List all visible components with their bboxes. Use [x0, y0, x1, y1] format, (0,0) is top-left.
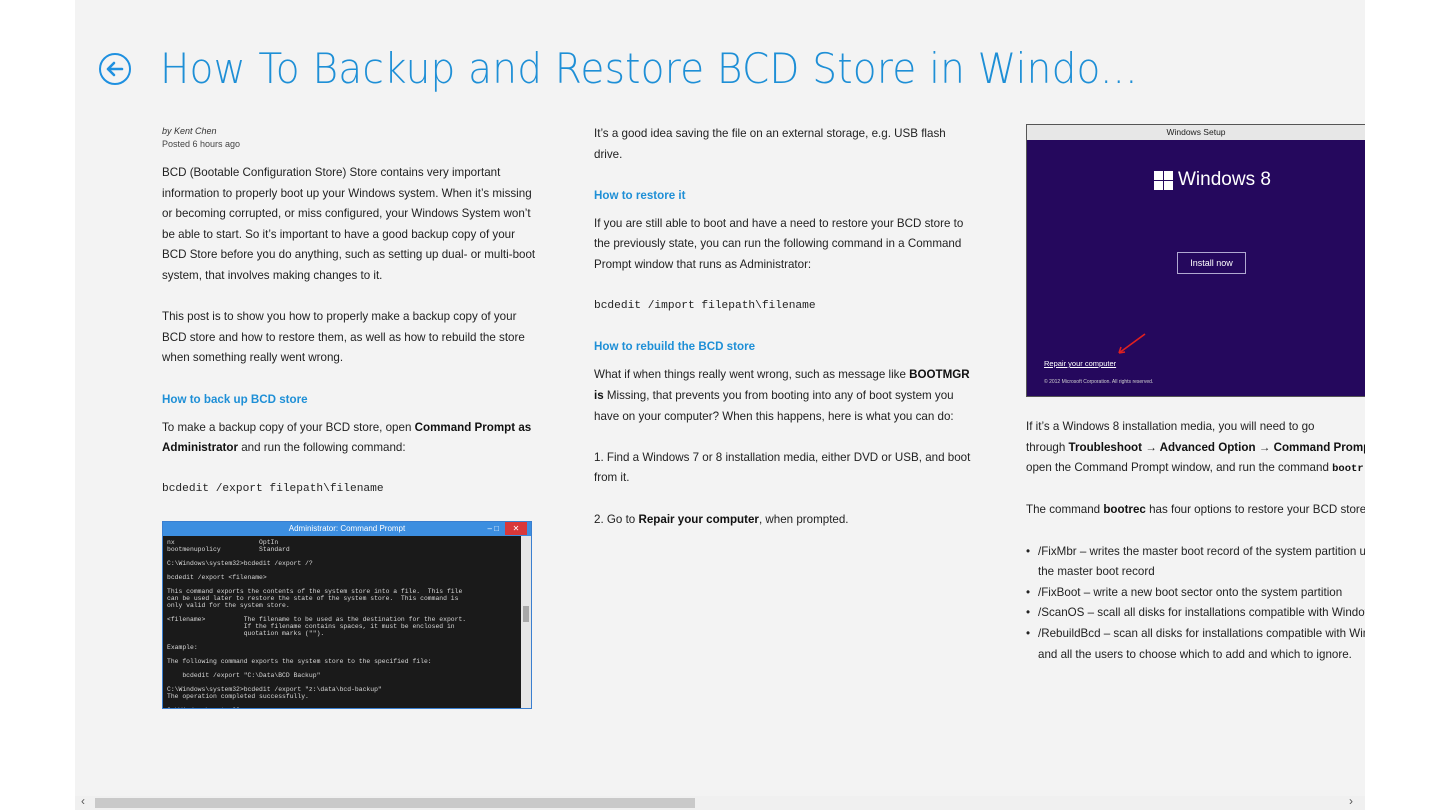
restore-command: bcdedit /import filepath\filename [594, 300, 816, 313]
posted-time: Posted 6 hours ago [162, 139, 241, 149]
backup-command: bcdedit /export filepath\filename [162, 483, 384, 496]
horizontal-scrollbar[interactable]: ‹ › [75, 794, 1365, 810]
page-title: How To Backup and Restore BCD Store in W… [160, 44, 1138, 93]
bootrec-options-list: /FixMbr – writes the master boot record … [1026, 542, 1365, 666]
windows-logo-text: Windows 8 [1178, 169, 1271, 190]
windows-setup-screenshot: Windows Setup Windows 8 Install now Repa… [1026, 124, 1365, 397]
bootrec-pre: The command [1026, 503, 1104, 517]
option-rebuildbcd: /RebuildBcd – scan all disks for install… [1038, 626, 1365, 640]
bootrec-bold: bootrec [1103, 503, 1146, 517]
option-fixmbr: /FixMbr – writes the master boot record … [1038, 544, 1365, 558]
install-paragraph: If it’s a Windows 8 installation media, … [1026, 417, 1365, 480]
save-tip: It’s a good idea saving the file on an e… [594, 127, 946, 161]
cmd-close-icon: ✕ [505, 521, 527, 535]
backup-text-post: and run the following command: [238, 441, 406, 455]
bootrec-post: has four options to restore your BCD sto… [1145, 503, 1365, 517]
cmd-output: nx OptIn bootmenupolicy Standard C:\Wind… [167, 538, 467, 708]
rebuild-text-pre: What if when things really went wrong, s… [594, 368, 910, 382]
red-arrow-icon [1118, 333, 1146, 354]
heading-restore: How to restore it [594, 188, 686, 202]
setup-title: Windows Setup [1166, 127, 1226, 137]
intro-paragraph-2: This post is to show you how to properly… [162, 310, 525, 365]
install-line-3-pre: open the Command Prompt window, and run … [1026, 461, 1333, 475]
option-fixboot: /FixBoot – write a new boot sector onto … [1038, 585, 1343, 599]
intro-paragraph-1: BCD (Bootable Configuration Store) Store… [162, 166, 536, 282]
backup-text-pre: To make a backup copy of your BCD store,… [162, 420, 415, 434]
heading-rebuild: How to rebuild the BCD store [594, 340, 756, 354]
rebuild-text-post: Missing, that prevents you from booting … [594, 388, 954, 423]
step2-bold: Repair your computer [638, 512, 759, 526]
cmd-title: Administrator: Command Prompt [288, 523, 406, 533]
setup-titlebar: Windows Setup [1027, 125, 1365, 140]
step-2: 2. Go to Repair your computer, when prom… [594, 510, 974, 531]
bootrec-paragraph: The command bootrec has four options to … [1026, 500, 1365, 521]
install-line-1: If it’s a Windows 8 installation media, … [1026, 420, 1315, 433]
step2-pre: 2. Go to [594, 512, 639, 526]
windows-flag-icon [1154, 170, 1173, 190]
article-view: How To Backup and Restore BCD Store in W… [75, 0, 1365, 796]
cmd-titlebar: Administrator: Command Prompt – □ ✕ [163, 521, 531, 536]
rebuild-paragraph: What if when things really went wrong, s… [594, 365, 974, 427]
step-1: 1. Find a Windows 7 or 8 installation me… [594, 450, 971, 485]
step2-post: , when prompted. [758, 512, 849, 526]
article-column-3: Windows Setup Windows 8 Install now Repa… [1026, 124, 1365, 665]
heading-backup: How to back up BCD store [162, 392, 308, 406]
byline: by Kent Chen [162, 126, 217, 136]
setup-copyright: © 2012 Microsoft Corporation. All rights… [1044, 379, 1154, 385]
cmd-scrollbar [521, 535, 531, 708]
list-item: /ScanOS – scall all disks for installati… [1026, 603, 1365, 624]
option-scanos: /ScanOS – scall all disks for installati… [1038, 606, 1365, 620]
cmd-scroll-thumb [523, 605, 529, 622]
article-column-2: It’s a good idea saving the file on an e… [594, 124, 974, 551]
command-prompt-screenshot: Administrator: Command Prompt – □ ✕ nx Op… [162, 520, 532, 709]
install-line-3-code: bootr [1332, 463, 1364, 476]
cmd-window-controls: – □ ✕ [487, 521, 527, 536]
install-line-2-pre: through [1026, 440, 1069, 454]
backup-paragraph: To make a backup copy of your BCD store,… [162, 418, 542, 459]
back-button[interactable] [99, 53, 131, 85]
list-item: /FixBoot – write a new boot sector onto … [1026, 583, 1365, 604]
cmd-minmax-icons: – □ [487, 523, 499, 533]
option-fixmbr-cont: the master boot record [1038, 565, 1155, 579]
list-item: /RebuildBcd – scan all disks for install… [1026, 624, 1365, 665]
scroll-left-icon[interactable]: ‹ [81, 794, 85, 808]
scroll-thumb[interactable] [95, 798, 695, 808]
scroll-right-icon[interactable]: › [1349, 794, 1353, 808]
windows-logo: Windows 8 [1154, 169, 1271, 191]
restore-paragraph: If you are still able to boot and have a… [594, 216, 964, 271]
option-rebuildbcd-cont: and all the users to choose which to add… [1038, 647, 1352, 661]
list-item: /FixMbr – writes the master boot record … [1026, 542, 1365, 583]
article-column-1: by Kent Chen Posted 6 hours ago BCD (Boo… [162, 124, 542, 709]
install-now-button: Install now [1177, 252, 1246, 274]
install-line-2-bold: Troubleshoot → Advanced Option → Command… [1068, 440, 1365, 454]
back-arrow-icon [106, 61, 124, 77]
